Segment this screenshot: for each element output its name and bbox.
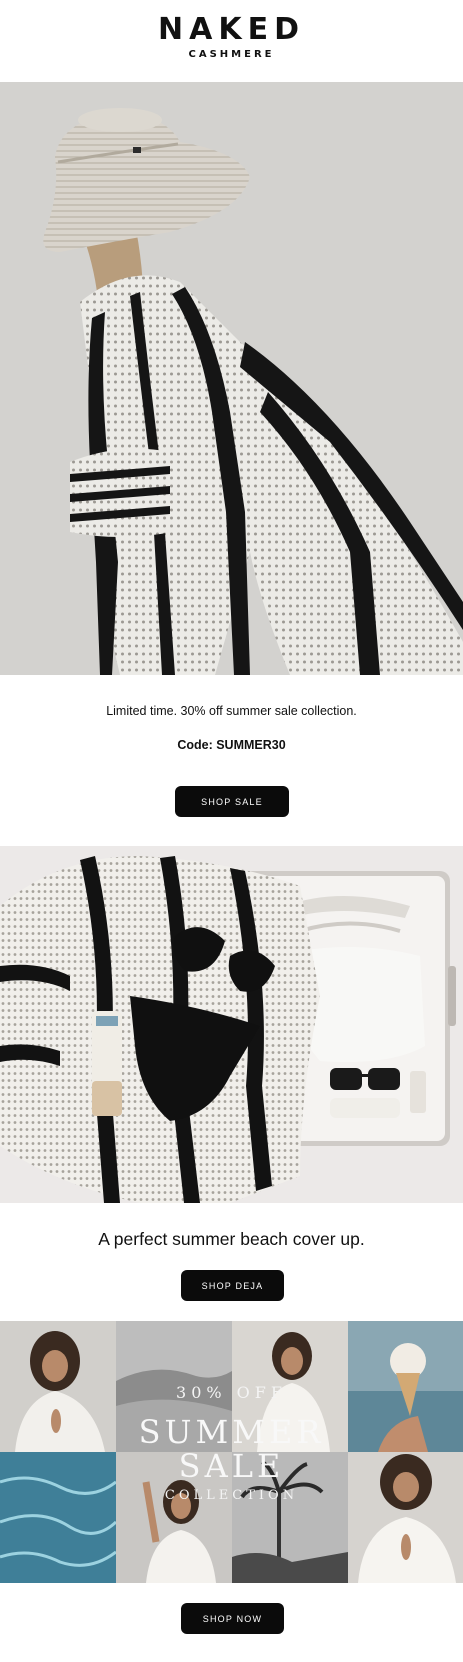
shop-deja-button[interactable]: SHOP DEJA: [181, 1270, 284, 1301]
collage-overlay-sale: SALE: [178, 1447, 285, 1485]
collage-tile-model-white-top: [0, 1321, 116, 1452]
collage-overlay-collection: COLLECTION: [164, 1488, 299, 1503]
hero-image-cardigan[interactable]: [0, 82, 463, 675]
collage-overlay-summer: SUMMER: [138, 1413, 325, 1451]
brand-logo[interactable]: NAKED: [0, 12, 463, 48]
email-page: NAKED CASHMERE Limited time. 30% off sum…: [0, 0, 463, 1662]
header: NAKED CASHMERE: [0, 0, 463, 82]
collage-tile-model-keyhole: [348, 1452, 463, 1583]
promo-text: Limited time. 30% off summer sale collec…: [106, 704, 357, 718]
collage-overlay: 30% OFF SUMMER SALE COLLECTION: [116, 1321, 347, 1583]
collage-tile-pool-water: [0, 1452, 116, 1583]
brand-logo-subtitle: CASHMERE: [188, 49, 275, 60]
shop-sale-button[interactable]: SHOP SALE: [175, 786, 289, 817]
collage-overlay-percent: 30% OFF: [176, 1383, 287, 1402]
promo-code: Code: SUMMER30: [177, 738, 286, 752]
hero-image-suitcase[interactable]: [0, 846, 463, 1203]
summer-sale-collage[interactable]: 30% OFF SUMMER SALE COLLECTION: [0, 1321, 463, 1583]
feature-tagline: A perfect summer beach cover up.: [98, 1229, 365, 1249]
shop-now-button[interactable]: SHOP NOW: [181, 1603, 284, 1634]
collage-tile-ice-cream: [348, 1321, 463, 1452]
